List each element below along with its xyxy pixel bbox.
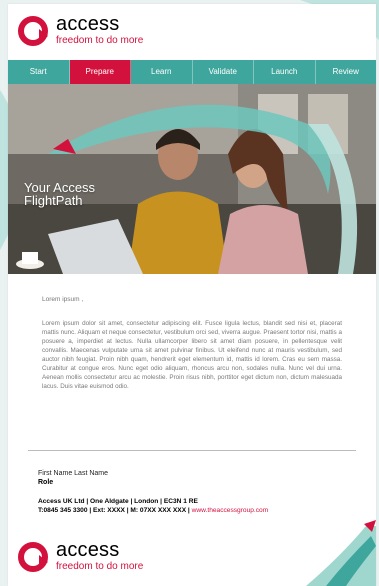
hero-photo-illustration [8, 84, 376, 274]
hero-title: Your Access FlightPath [24, 180, 96, 208]
signature-divider [28, 450, 356, 451]
nav-item-start[interactable]: Start [8, 60, 70, 84]
body-paragraph: Lorem ipsum dolor sit amet, consectetur … [42, 320, 342, 390]
website-link[interactable]: www.theaccessgroup.com [192, 507, 269, 514]
corner-swoosh [306, 520, 376, 586]
hero-image: Your Access FlightPath [8, 84, 376, 274]
nav-item-validate[interactable]: Validate [193, 60, 254, 84]
nav-item-launch[interactable]: Launch [254, 60, 316, 84]
nav-item-learn[interactable]: Learn [131, 60, 193, 84]
signature-name: First Name Last Name [38, 470, 109, 477]
access-logo[interactable]: access freedom to do more [18, 14, 143, 47]
footer-logo-icon [18, 542, 48, 572]
email-header: access freedom to do more [8, 4, 376, 60]
access-logo-icon [18, 16, 48, 46]
nav-item-prepare[interactable]: Prepare [69, 60, 131, 84]
nav-item-review[interactable]: Review [316, 60, 377, 84]
flightpath-nav: Start Prepare Learn Validate Launch Revi… [8, 60, 376, 84]
greeting-text: Lorem ipsum , [42, 296, 84, 303]
email-card: access freedom to do more Start Prepare … [8, 4, 376, 586]
logo-tagline: freedom to do more [56, 35, 144, 46]
signature-address: Access UK Ltd | One Aldgate | London | E… [38, 498, 198, 505]
signature-role: Role [38, 479, 54, 486]
signature-contact: T:0845 345 3300 | Ext: XXXX | M: 07XX XX… [38, 507, 269, 514]
email-signature: First Name Last Name Role Access UK Ltd … [38, 470, 368, 514]
footer-logo-brand: access [56, 539, 120, 561]
footer-logo-tagline: freedom to do more [56, 561, 144, 572]
email-body: Lorem ipsum , Lorem ipsum dolor sit amet… [42, 296, 342, 391]
logo-brand: access [56, 13, 120, 35]
footer-logo[interactable]: access freedom to do more [18, 540, 143, 573]
